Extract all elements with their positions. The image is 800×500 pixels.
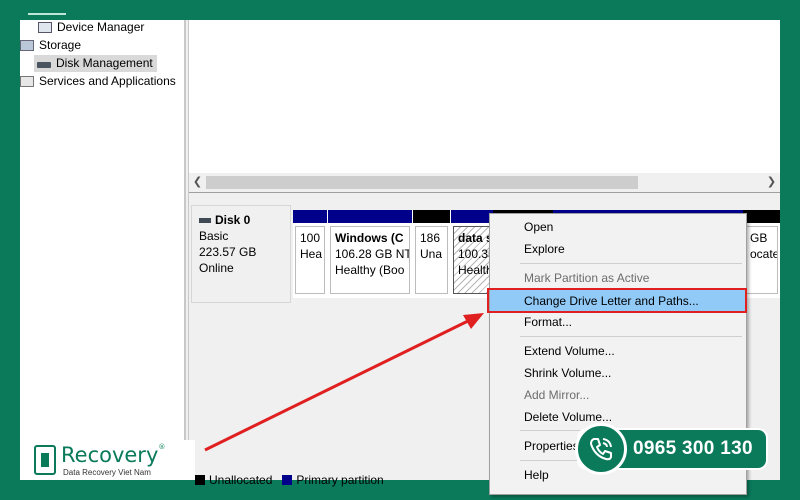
partition-unallocated-end[interactable]: GB ocate — [743, 210, 780, 298]
partition-status: Hea — [300, 247, 323, 261]
legend-label-unallocated: Unallocated — [209, 473, 273, 487]
disk-status: Online — [199, 261, 234, 275]
legend-swatch-primary — [282, 475, 293, 485]
scroll-thumb[interactable] — [206, 176, 638, 189]
menu-item-explore[interactable]: Explore — [490, 238, 746, 260]
scroll-right-icon[interactable]: ❯ — [763, 173, 780, 192]
menu-item-open[interactable]: Open — [490, 216, 746, 238]
volume-list-pane: ❮ ❯ — [189, 20, 780, 192]
partition-body: 100 Hea — [295, 226, 325, 294]
partition-status: Una — [420, 247, 443, 261]
partition-status: Healthy (Boo — [335, 263, 405, 277]
partition-body: Windows (C 106.28 GB NT Healthy (Boo — [330, 226, 410, 294]
partition-name: data s — [458, 231, 491, 245]
menu-item-extend-volume[interactable]: Extend Volume... — [490, 340, 746, 362]
logo-name-text: Recovery — [61, 443, 159, 467]
partition-cap — [743, 210, 780, 223]
partition-windows-c[interactable]: Windows (C 106.28 GB NT Healthy (Boo — [328, 210, 412, 298]
legend-swatch-unallocated — [195, 475, 205, 485]
menu-separator — [520, 263, 742, 264]
partition-name: Windows (C — [335, 231, 404, 245]
menu-item-shrink-volume[interactable]: Shrink Volume... — [490, 362, 746, 384]
tree-item-label: Services and Applications — [39, 74, 176, 88]
menu-item-format[interactable]: Format... — [490, 311, 746, 333]
logo-reg-mark: ® — [158, 443, 166, 451]
tree-item-label: Storage — [39, 38, 82, 52]
disk-info[interactable]: Disk 0 Basic 223.57 GB Online — [191, 205, 291, 303]
brand-logo: Recovery® Data Recovery Viet Nam — [20, 440, 195, 480]
scroll-left-icon[interactable]: ❮ — [189, 173, 206, 192]
logo-tagline: Data Recovery Viet Nam — [63, 468, 151, 477]
tree-item-device-manager[interactable]: Device Manager — [38, 20, 144, 36]
tree-item-storage[interactable]: Storage — [20, 37, 81, 54]
disk-size: 223.57 GB — [199, 245, 257, 259]
partition-size: 186 — [420, 231, 441, 245]
partition-size: GB — [750, 231, 768, 245]
disk-type: Basic — [199, 229, 229, 243]
menu-item-delete-volume[interactable]: Delete Volume... — [490, 406, 746, 428]
partition-cap — [413, 210, 450, 223]
partition-size: 106.28 GB NT — [335, 247, 410, 261]
storage-icon — [20, 40, 34, 51]
disk-icon — [199, 217, 211, 223]
logo-name: Recovery® — [61, 443, 165, 467]
partition-size: 100.35 — [458, 247, 490, 261]
partition-system-reserved[interactable]: 100 Hea — [293, 210, 327, 298]
disk-name: Disk 0 — [215, 213, 251, 227]
partition-cap — [451, 210, 493, 223]
menu-item-mark-partition-active[interactable]: Mark Partition as Active — [490, 267, 746, 289]
annotation-highlight-box — [487, 288, 747, 313]
tree-item-label: Disk Management — [56, 56, 153, 70]
menu-separator — [520, 336, 742, 337]
tree-item-label: Device Manager — [57, 20, 145, 34]
partition-body: GB ocate — [745, 226, 778, 294]
legend-label-primary: Primary partition — [296, 473, 384, 487]
horizontal-scrollbar[interactable]: ❮ ❯ — [189, 173, 780, 192]
logo-mark-icon — [34, 445, 56, 475]
console-tree: Device Manager Storage Disk Management S… — [20, 20, 185, 480]
tree-item-services-and-applications[interactable]: Services and Applications — [20, 73, 176, 90]
partition-status: ocate — [750, 247, 778, 261]
menu-item-add-mirror[interactable]: Add Mirror... — [490, 384, 746, 406]
services-icon — [20, 76, 34, 87]
partition-body: 186 Una — [415, 226, 448, 294]
partition-size: 100 — [300, 231, 321, 245]
disk-name-row: Disk 0 — [199, 212, 283, 228]
partition-body: data s 100.35 Health — [453, 226, 491, 294]
phone-icon — [575, 423, 627, 475]
partition-cap — [328, 210, 412, 223]
partition-data-selected[interactable]: data s 100.35 Health — [451, 210, 493, 298]
partition-status: Health — [458, 263, 491, 277]
phone-number: 0965 300 130 — [633, 438, 753, 459]
legend: Unallocated Primary partition — [195, 473, 384, 487]
partition-unallocated[interactable]: 186 Una — [413, 210, 450, 298]
device-manager-icon — [38, 22, 52, 33]
tree-item-disk-management[interactable]: Disk Management — [34, 55, 157, 72]
phone-badge[interactable]: 0965 300 130 — [575, 423, 768, 475]
partition-cap — [293, 210, 327, 223]
disk-management-icon — [37, 62, 51, 68]
